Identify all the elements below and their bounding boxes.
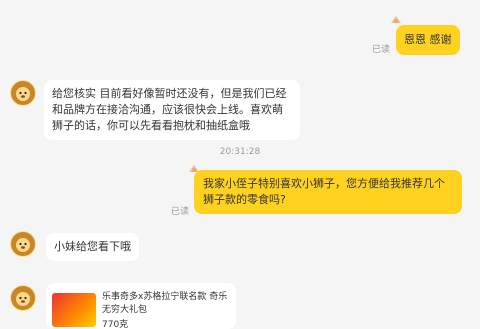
incoming-message-bubble: 给您核实 目前看好像暂时还没有，但是我们已经和品牌方在接洽沟通，应该很快会上线。… xyxy=(44,80,300,140)
outgoing-message-bubble: 恩恩 感谢 xyxy=(396,25,460,55)
sticker-icon xyxy=(390,14,402,26)
incoming-message-bubble: 小妹给您看下哦 xyxy=(46,233,139,261)
product-weight: 770克 xyxy=(102,320,129,329)
message-text: 我家小侄子特别喜欢小狮子，您方便给我推荐几个狮子款的零食吗? xyxy=(203,177,445,206)
lion-icon xyxy=(11,81,35,105)
product-card[interactable]: 乐事奇多x苏格拉宁联名款 奇乐无穷大礼包 770克 xyxy=(46,283,236,329)
read-receipt: 已读 xyxy=(372,45,391,55)
message-text: 恩恩 感谢 xyxy=(404,33,452,46)
agent-avatar xyxy=(10,231,36,257)
read-receipt: 已读 xyxy=(171,207,190,217)
product-image xyxy=(52,293,96,327)
product-title: 乐事奇多x苏格拉宁联名款 奇乐无穷大礼包 xyxy=(102,292,228,315)
agent-avatar xyxy=(10,285,36,311)
timestamp: 20:31:28 xyxy=(219,147,261,157)
lion-icon xyxy=(11,232,35,256)
message-text: 小妹给您看下哦 xyxy=(54,240,131,253)
lion-icon xyxy=(11,286,35,310)
outgoing-message-bubble: 我家小侄子特别喜欢小狮子，您方便给我推荐几个狮子款的零食吗? xyxy=(194,170,462,214)
agent-avatar xyxy=(10,80,36,106)
message-text: 给您核实 目前看好像暂时还没有，但是我们已经和品牌方在接洽沟通，应该很快会上线。… xyxy=(52,87,287,132)
